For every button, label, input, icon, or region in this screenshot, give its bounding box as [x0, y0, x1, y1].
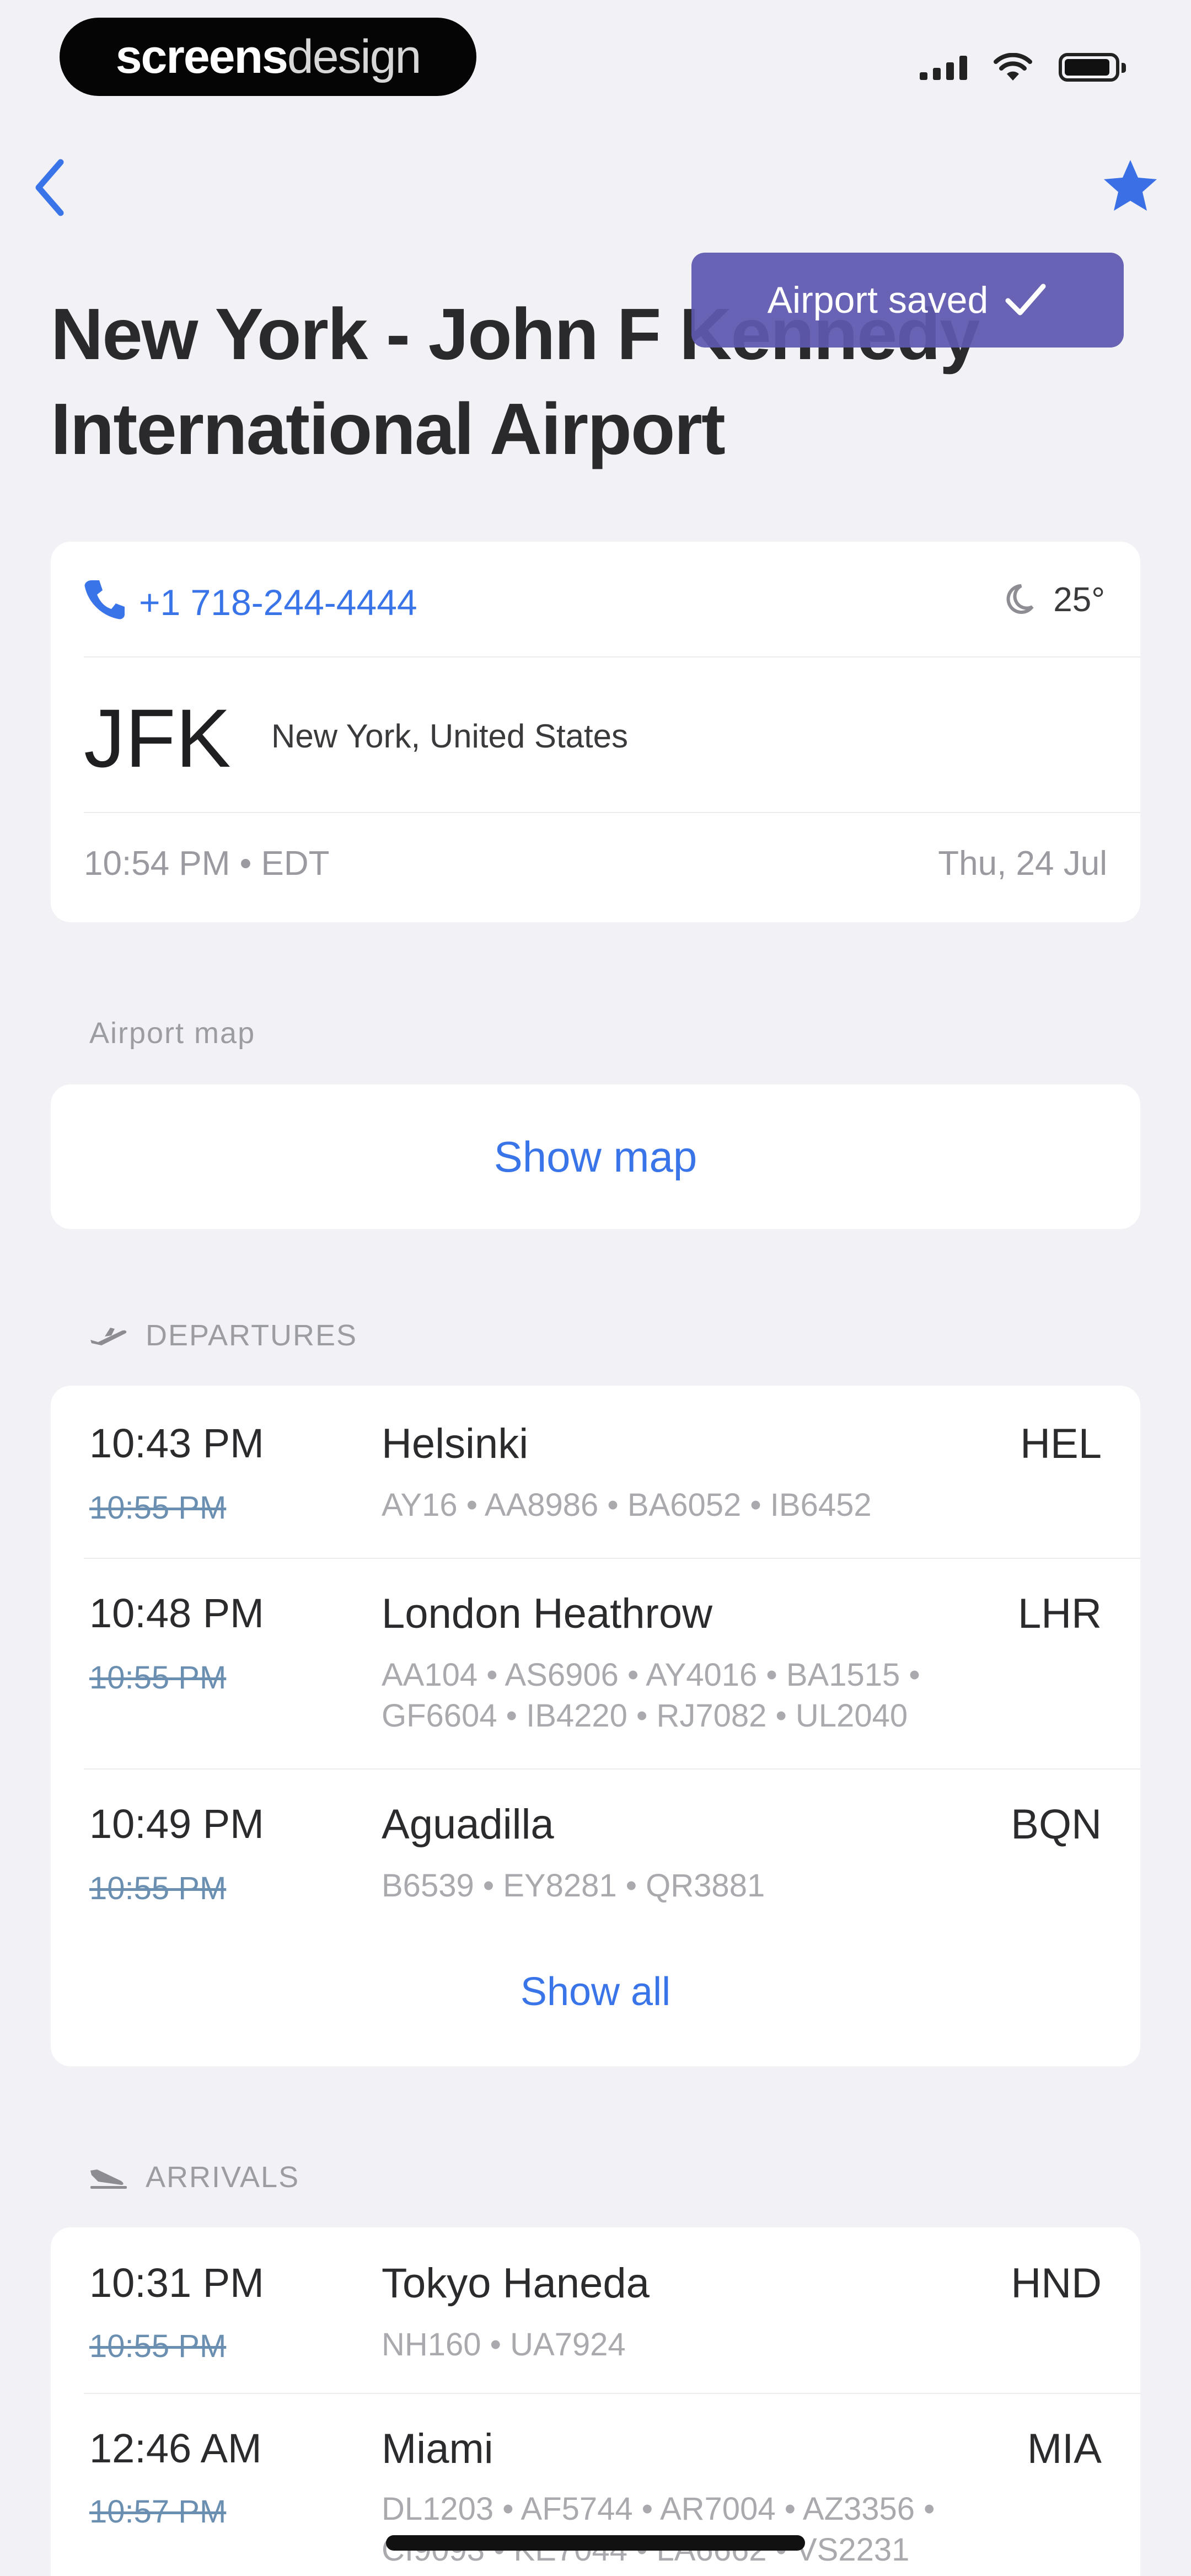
scheduled-time: 10:55 PM	[89, 1870, 227, 1906]
scheduled-time: 10:55 PM	[89, 1660, 227, 1696]
brand-bold: screens	[115, 30, 288, 83]
back-chevron-icon[interactable]	[29, 154, 73, 221]
contact-row: +1 718-244-4444 25°	[51, 542, 1140, 656]
airport-map-section-label: Airport map	[89, 1016, 255, 1050]
moon-icon	[1006, 584, 1034, 614]
local-time-row: 10:54 PM • EDT Thu, 24 Jul	[51, 813, 1140, 921]
destination-city: Aguadilla	[382, 1801, 554, 1848]
destination-code: HEL	[1020, 1420, 1102, 1467]
departure-row[interactable]: 10:48 PM 10:55 PM London Heathrow LHR AA…	[51, 1559, 1140, 1768]
departure-plane-icon	[90, 1328, 127, 1345]
airport-info-card: +1 718-244-4444 25° JFK New York, United…	[51, 542, 1140, 922]
local-time: 10:54 PM • EDT	[84, 845, 330, 883]
destination-city: Helsinki	[382, 1420, 529, 1467]
home-indicator[interactable]	[386, 2535, 805, 2551]
scheduled-time: 10:55 PM	[89, 2328, 227, 2364]
arrival-time: 12:46 AM	[89, 2425, 262, 2471]
checkmark-icon	[1005, 284, 1046, 316]
brand-badge: screens design	[60, 18, 476, 96]
flight-numbers: NH160 • UA7924	[382, 2327, 626, 2363]
origin-code: HND	[1011, 2260, 1102, 2307]
arrivals-card: 10:31 PM 10:55 PM Tokyo Haneda HND NH160…	[51, 2227, 1140, 2576]
flight-numbers: B6539 • EY8281 • QR3881	[382, 1868, 765, 1904]
origin-city: Tokyo Haneda	[382, 2260, 650, 2307]
show-map-card: Show map	[51, 1084, 1140, 1229]
departures-label-text: DEPARTURES	[146, 1319, 358, 1352]
wifi-icon	[994, 53, 1032, 81]
scheduled-time: 10:57 PM	[89, 2494, 227, 2530]
origin-city: Miami	[382, 2425, 493, 2472]
airport-code-row: JFK New York, United States	[51, 658, 1140, 812]
flight-numbers: AY16 • AA8986 • BA6052 • IB6452	[382, 1487, 872, 1523]
show-all-row: Show all	[51, 1941, 1140, 2065]
departure-time: 10:48 PM	[89, 1590, 264, 1636]
arrival-plane-icon	[90, 2169, 127, 2189]
airport-location: New York, United States	[271, 718, 629, 755]
show-all-departures-button[interactable]: Show all	[521, 1969, 670, 2014]
battery-icon	[1059, 53, 1126, 82]
airport-code: JFK	[84, 692, 231, 784]
phone-icon[interactable]	[82, 577, 126, 621]
arrival-row[interactable]: 10:31 PM 10:55 PM Tokyo Haneda HND NH160…	[51, 2227, 1140, 2393]
phone-number-link[interactable]: +1 718-244-4444	[139, 581, 417, 623]
status-icons	[920, 45, 1126, 89]
flight-numbers: DL1203 • AF5744 • AR7004 • AZ3356 • CI90…	[382, 2491, 935, 2568]
origin-code: MIA	[1027, 2425, 1102, 2472]
departure-row[interactable]: 10:49 PM 10:55 PM Aguadilla BQN B6539 • …	[51, 1770, 1140, 1941]
arrival-time: 10:31 PM	[89, 2260, 264, 2306]
show-map-button[interactable]: Show map	[494, 1132, 698, 1182]
destination-code: BQN	[1011, 1801, 1102, 1848]
arrivals-label-text: ARRIVALS	[146, 2161, 300, 2194]
temperature: 25°	[1053, 581, 1105, 619]
favorite-star-icon[interactable]	[1097, 153, 1163, 220]
brand-light: design	[287, 30, 421, 83]
departure-time: 10:49 PM	[89, 1801, 264, 1847]
destination-code: LHR	[1017, 1590, 1102, 1637]
departures-card: 10:43 PM 10:55 PM Helsinki HEL AY16 • AA…	[51, 1386, 1140, 2066]
scheduled-time: 10:55 PM	[89, 1490, 227, 1526]
departures-section-label: DEPARTURES	[88, 1318, 357, 1353]
destination-city: London Heathrow	[382, 1590, 712, 1637]
toast-text: Airport saved	[767, 279, 989, 321]
airport-map-label-text: Airport map	[89, 1017, 256, 1050]
arrivals-section-label: ARRIVALS	[88, 2160, 299, 2194]
airport-saved-toast: Airport saved	[691, 253, 1124, 348]
signal-icon	[920, 55, 967, 80]
departure-row[interactable]: 10:43 PM 10:55 PM Helsinki HEL AY16 • AA…	[51, 1386, 1140, 1558]
departure-time: 10:43 PM	[89, 1420, 264, 1466]
title-line-2: International Airport	[51, 388, 726, 469]
flight-numbers: AA104 • AS6906 • AY4016 • BA1515 • GF660…	[382, 1657, 920, 1734]
local-date: Thu, 24 Jul	[938, 845, 1107, 883]
